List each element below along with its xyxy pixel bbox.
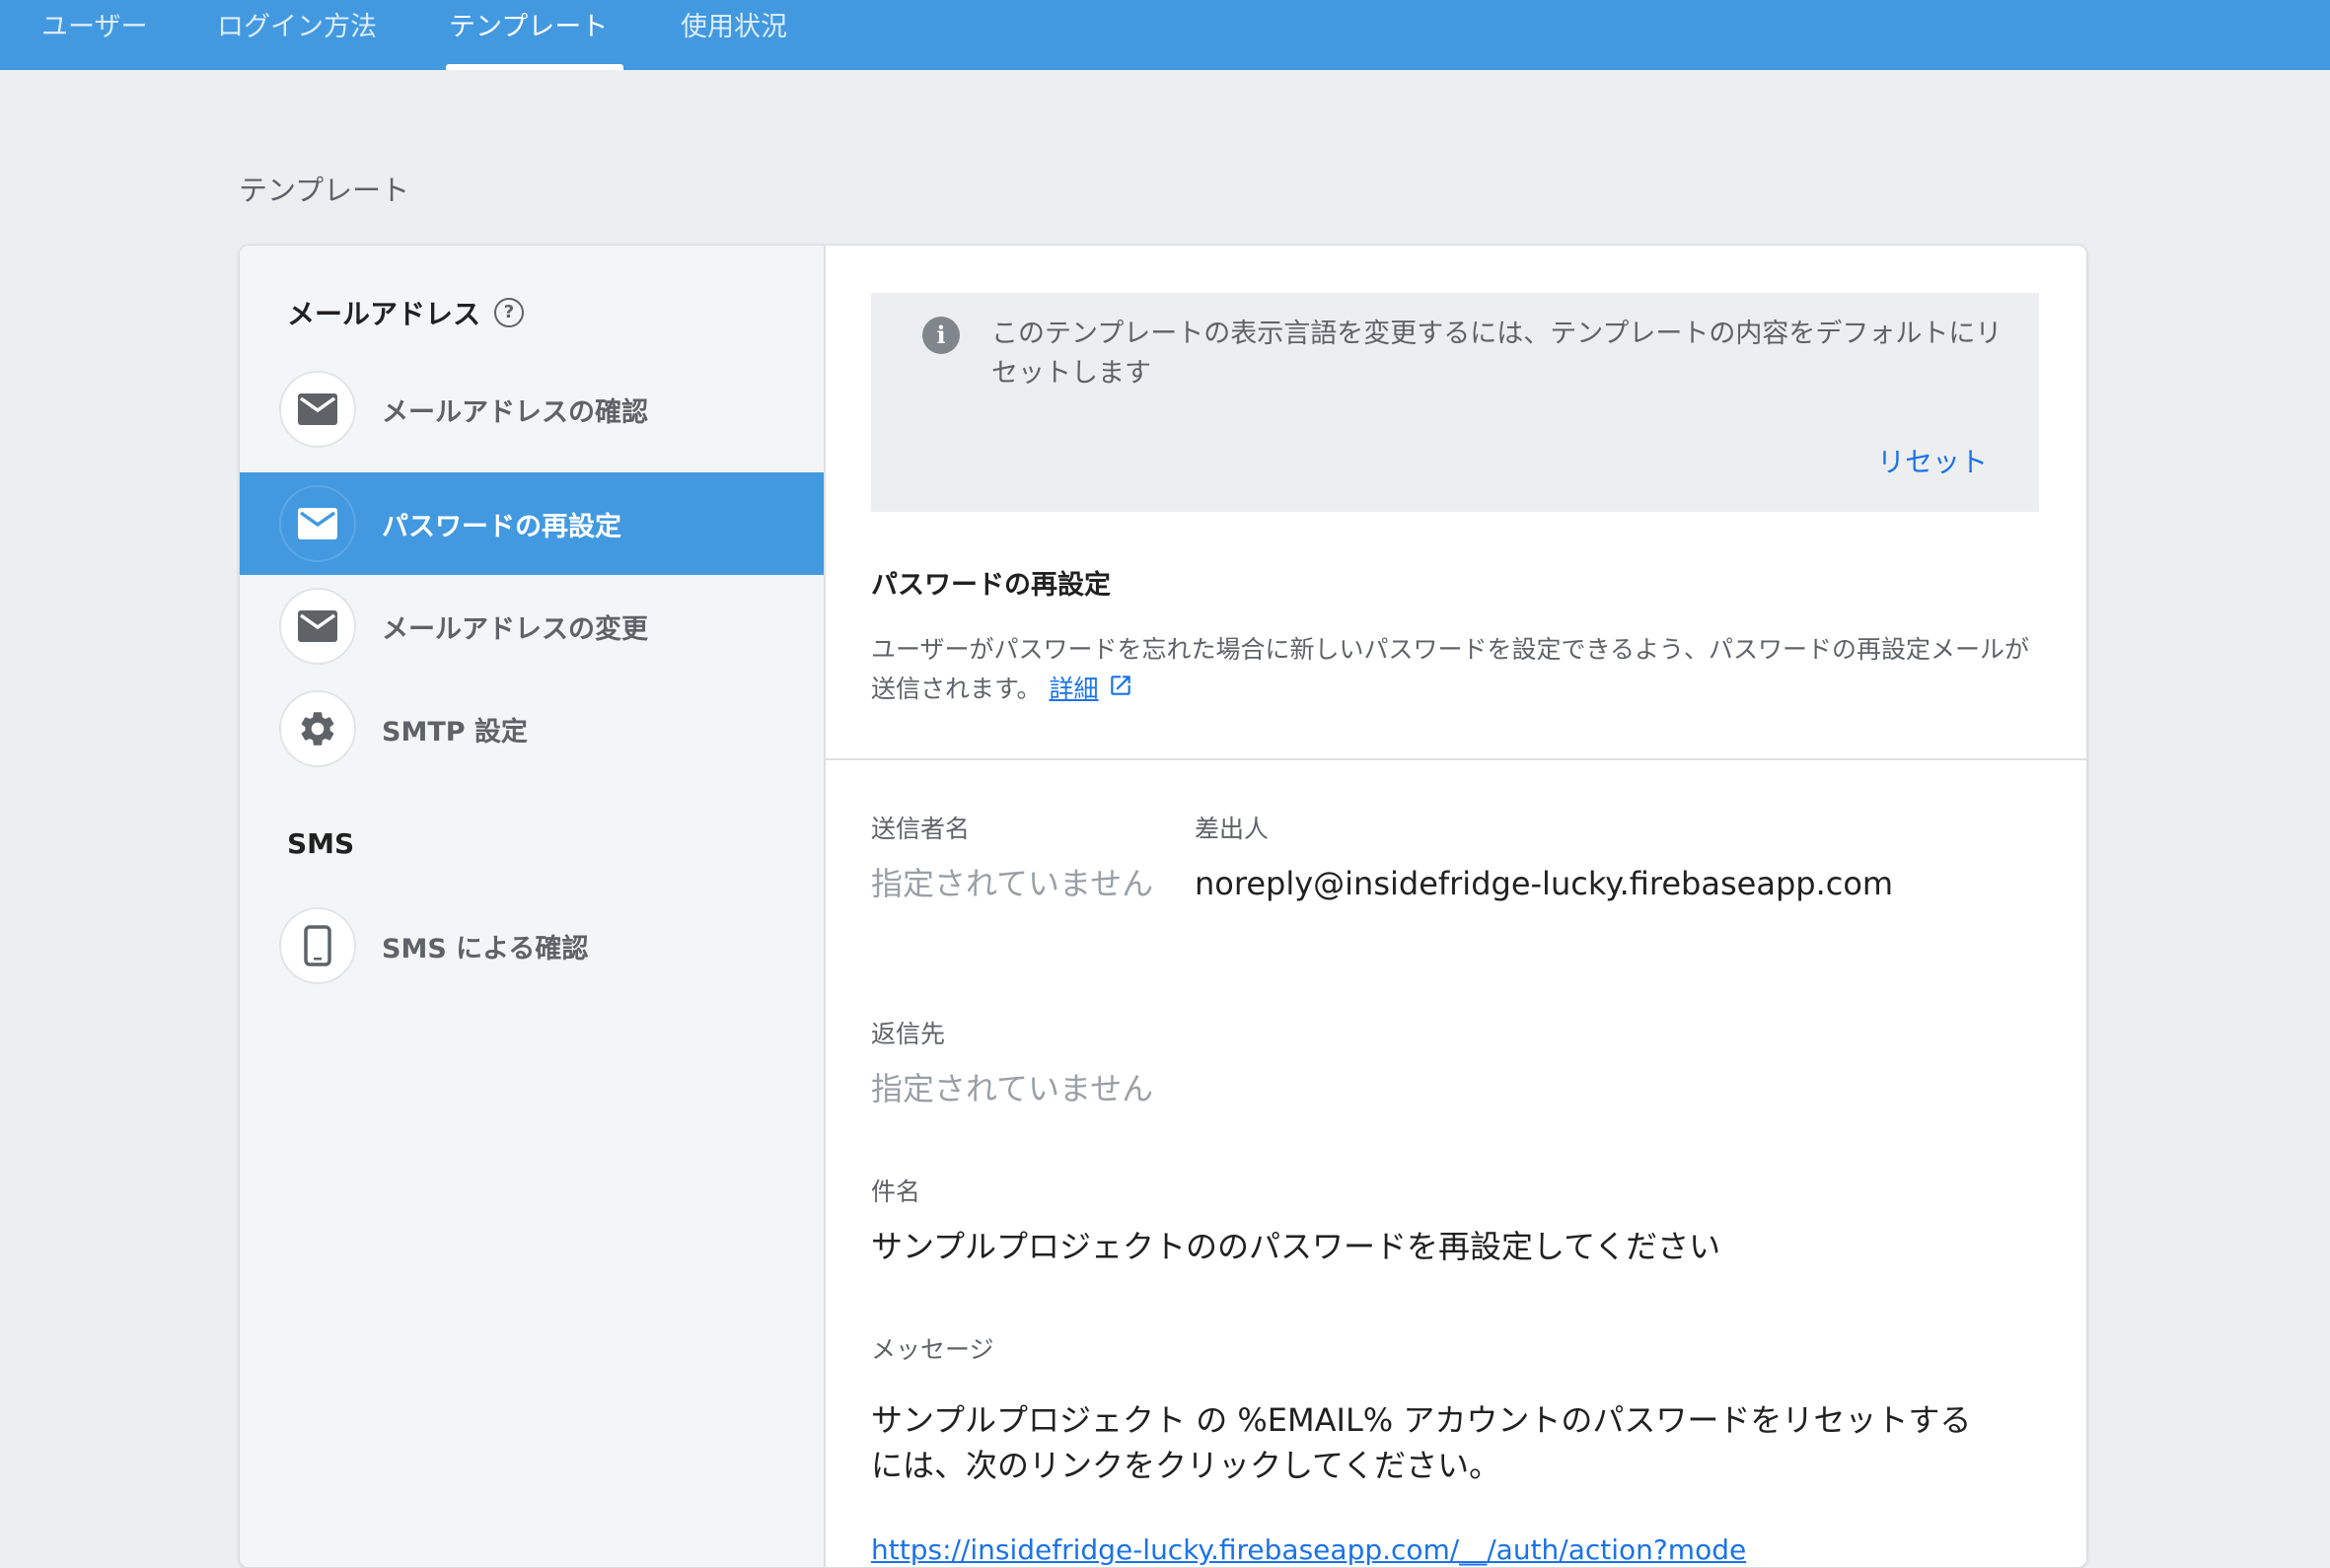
sidebar-item-smtp-settings[interactable]: SMTP 設定 [240, 677, 824, 780]
mail-icon [279, 588, 356, 665]
tab-templates[interactable]: テンプレート [449, 0, 608, 70]
learn-more-link[interactable]: 詳細 [1049, 675, 1098, 703]
info-text: このテンプレートの表示言語を変更するには、テンプレートの内容をデフォルトにリセッ… [991, 319, 2002, 389]
sidebar-item-label: SMS による確認 [382, 933, 589, 964]
active-tab-indicator [446, 64, 623, 70]
info-banner: i このテンプレートの表示言語を変更するには、テンプレートの内容をデフォルトにリ… [871, 293, 2039, 512]
sidebar-item-label: SMTP 設定 [382, 716, 528, 748]
help-circle-icon[interactable]: ? [494, 298, 525, 327]
template-description: ユーザーがパスワードを忘れた場合に新しいパスワードを設定できるよう、パスワードの… [871, 630, 2045, 710]
sidebar-item-label: メールアドレスの確認 [382, 396, 648, 428]
external-link-icon[interactable] [1108, 671, 1133, 710]
phone-icon [279, 907, 356, 984]
sidebar-item-password-reset[interactable]: パスワードの再設定 [240, 472, 824, 575]
subject-value: サンプルプロジェクトののパスワードを再設定してください [871, 1228, 1721, 1265]
top-nav: ユーザー ログイン方法 テンプレート 使用状況 [0, 0, 2330, 70]
template-card: メールアドレス ? メールアドレスの確認 パスワードの再設定 メールアドレスの変… [239, 245, 2087, 1568]
subject-label: 件名 [871, 1177, 921, 1206]
sidebar-item-email-change[interactable]: メールアドレスの変更 [240, 575, 824, 677]
mail-icon [279, 485, 356, 562]
section-divider [826, 758, 2086, 760]
tab-users[interactable]: ユーザー [41, 0, 147, 70]
sidebar-item-label: パスワードの再設定 [382, 511, 621, 542]
tab-usage[interactable]: 使用状況 [681, 0, 787, 70]
reply-to-value: 指定されていません [871, 1070, 1154, 1107]
from-value: noreply@insidefridge-lucky.firebaseapp.c… [1195, 865, 1894, 902]
mail-icon [279, 371, 356, 448]
tab-sign-in-method[interactable]: ログイン方法 [217, 0, 377, 70]
sidebar-item-sms-verification[interactable]: SMS による確認 [240, 894, 824, 997]
template-editor: i このテンプレートの表示言語を変更するには、テンプレートの内容をデフォルトにリ… [826, 246, 2086, 1567]
message-action-link[interactable]: https://insidefridge-lucky.firebaseapp.c… [871, 1528, 1759, 1567]
sms-group-title: SMS [287, 827, 354, 860]
sidebar-item-label: メールアドレスの変更 [382, 613, 648, 645]
reset-button[interactable]: リセット [1877, 441, 1988, 480]
template-title: パスワードの再設定 [871, 570, 1111, 601]
template-description-text: ユーザーがパスワードを忘れた場合に新しいパスワードを設定できるよう、パスワードの… [871, 635, 2030, 703]
message-label: メッセージ [871, 1335, 994, 1364]
page-title: テンプレート [239, 174, 410, 207]
info-icon: i [922, 317, 960, 354]
message-value: サンプルプロジェクト の %EMAIL% アカウントのパスワードをリセットするに… [871, 1401, 1972, 1484]
sidebar-item-email-verification[interactable]: メールアドレスの確認 [240, 358, 824, 461]
sender-name-label: 送信者名 [871, 815, 971, 843]
email-group-header: メールアドレス ? [287, 293, 525, 332]
template-sidebar: メールアドレス ? メールアドレスの確認 パスワードの再設定 メールアドレスの変… [240, 246, 826, 1567]
sms-group-label: SMS [287, 827, 355, 860]
email-group-title: メールアドレス [287, 298, 481, 330]
reply-to-label: 返信先 [871, 1020, 946, 1048]
from-label: 差出人 [1195, 815, 1270, 843]
sender-name-value: 指定されていません [871, 865, 1154, 902]
gear-icon [279, 690, 356, 767]
